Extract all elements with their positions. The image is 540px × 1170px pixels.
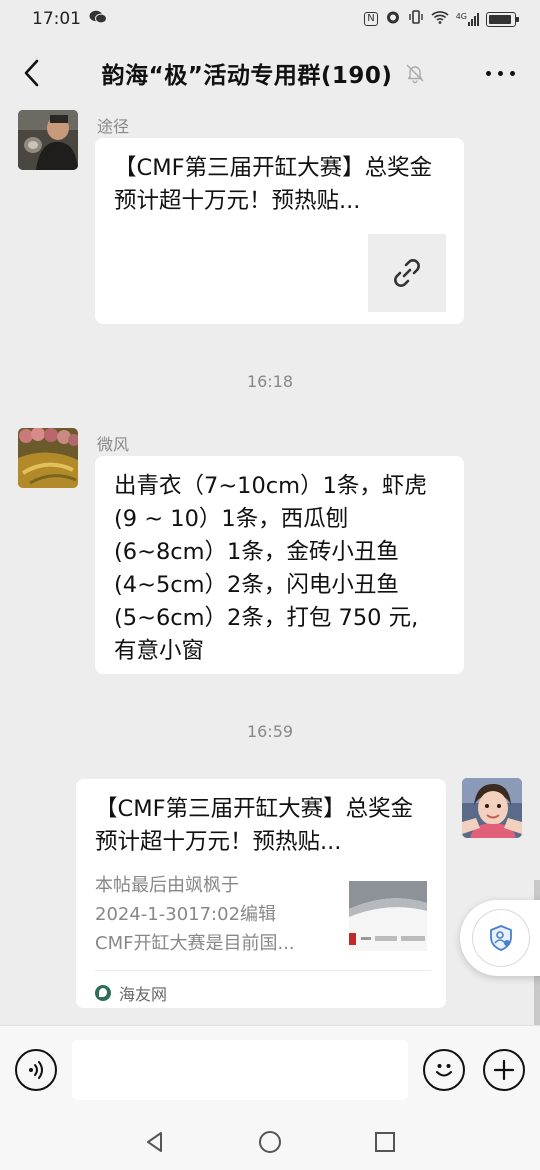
- card-thumbnail: [349, 881, 427, 951]
- add-button[interactable]: [483, 1049, 525, 1091]
- message-line: (4~5cm）2条，闪电小丑鱼: [114, 572, 399, 598]
- card-source: 海友网: [95, 981, 167, 1005]
- card-desc-line: 本帖最后由飒枫于: [95, 875, 239, 896]
- shield-icon: [490, 925, 512, 951]
- emoji-icon: [436, 1064, 452, 1077]
- vibrate-icon: [408, 9, 424, 29]
- message-line: 有意小窗: [114, 638, 205, 664]
- time-divider: 16:59: [246, 722, 294, 741]
- source-name: 海友网: [119, 985, 168, 1004]
- back-button[interactable]: [0, 38, 64, 108]
- triangle-back-icon: [147, 1132, 162, 1152]
- wifi-icon: [431, 10, 449, 28]
- message-line: 出青衣（7~10cm）1条，虾虎: [114, 473, 427, 499]
- avatar[interactable]: [18, 110, 78, 170]
- link-icon: [394, 259, 420, 287]
- source-app-icon: [95, 985, 111, 1001]
- message-line: (9 ~ 10）1条，西瓜刨: [114, 506, 349, 532]
- time-divider: 16:18: [246, 372, 294, 391]
- status-bar: 17:01 N 4G: [0, 0, 540, 38]
- floating-security-button[interactable]: [460, 900, 540, 976]
- alarm-icon: [385, 9, 401, 29]
- voice-icon: [29, 1061, 43, 1079]
- status-time: 17:01: [32, 9, 81, 29]
- card-title: 【CMF第三届开缸大赛】总奖金预计超十万元！预热贴...: [95, 796, 414, 855]
- more-icon: [485, 70, 491, 76]
- text-message-bubble[interactable]: 出青衣（7~10cm）1条，虾虎 (9 ~ 10）1条，西瓜刨 (6~8cm）1…: [95, 456, 464, 674]
- self-avatar[interactable]: [462, 778, 522, 838]
- bell-off-icon: [406, 64, 424, 84]
- signal-label: 4G: [455, 11, 467, 21]
- link-message-bubble[interactable]: 【CMF第三届开缸大赛】总奖金预计超十万元！预热贴...: [95, 138, 464, 324]
- voice-button[interactable]: [15, 1049, 57, 1091]
- plus-icon: [493, 1059, 515, 1081]
- link-title: 【CMF第三届开缸大赛】总奖金预计超十万元！预热贴...: [114, 155, 433, 214]
- nav-recents-button[interactable]: [370, 1127, 400, 1157]
- circle-home-icon: [259, 1131, 281, 1153]
- sender-name: 微风: [97, 435, 130, 454]
- message-line: (5~6cm）2条，打包 750 元,: [114, 605, 419, 631]
- system-nav-bar: [0, 1115, 540, 1170]
- message-text: 出青衣（7~10cm）1条，虾虎 (9 ~ 10）1条，西瓜刨 (6~8cm）1…: [114, 470, 454, 668]
- chat-header: 韵海“极”活动专用群(190): [0, 38, 540, 108]
- chat-title: 韵海“极”活动专用群(190): [101, 63, 393, 89]
- square-recents-icon: [375, 1132, 395, 1152]
- status-icons: N 4G: [364, 9, 519, 29]
- sender-name: 途径: [97, 117, 130, 136]
- nav-home-button[interactable]: [255, 1127, 285, 1157]
- message-input[interactable]: [72, 1040, 408, 1100]
- battery-icon: [486, 11, 519, 27]
- chevron-left-icon: [24, 59, 39, 87]
- float-inner: [472, 909, 530, 967]
- input-bar: [0, 1025, 540, 1115]
- card-desc-line: CMF开缸大赛是目前国...: [95, 933, 295, 954]
- nfc-icon: N: [364, 12, 378, 26]
- card-description: 本帖最后由飒枫于 2024-1-3017:02编辑 CMF开缸大赛是目前国...: [95, 871, 335, 958]
- wechat-icon: [89, 10, 107, 28]
- card-divider: [95, 970, 431, 971]
- link-card-bubble[interactable]: 【CMF第三届开缸大赛】总奖金预计超十万元！预热贴... 本帖最后由飒枫于 20…: [76, 779, 446, 1008]
- avatar[interactable]: [18, 428, 78, 488]
- signal-icon: 4G: [455, 11, 479, 26]
- card-desc-line: 2024-1-3017:02编辑: [95, 904, 277, 925]
- more-button[interactable]: [460, 38, 540, 108]
- nav-back-button[interactable]: [140, 1127, 170, 1157]
- emoji-button[interactable]: [423, 1049, 465, 1091]
- link-thumbnail: [368, 234, 446, 312]
- title-wrap: 韵海“极”活动专用群(190): [64, 56, 460, 90]
- message-line: (6~8cm）1条，金砖小丑鱼: [114, 539, 399, 565]
